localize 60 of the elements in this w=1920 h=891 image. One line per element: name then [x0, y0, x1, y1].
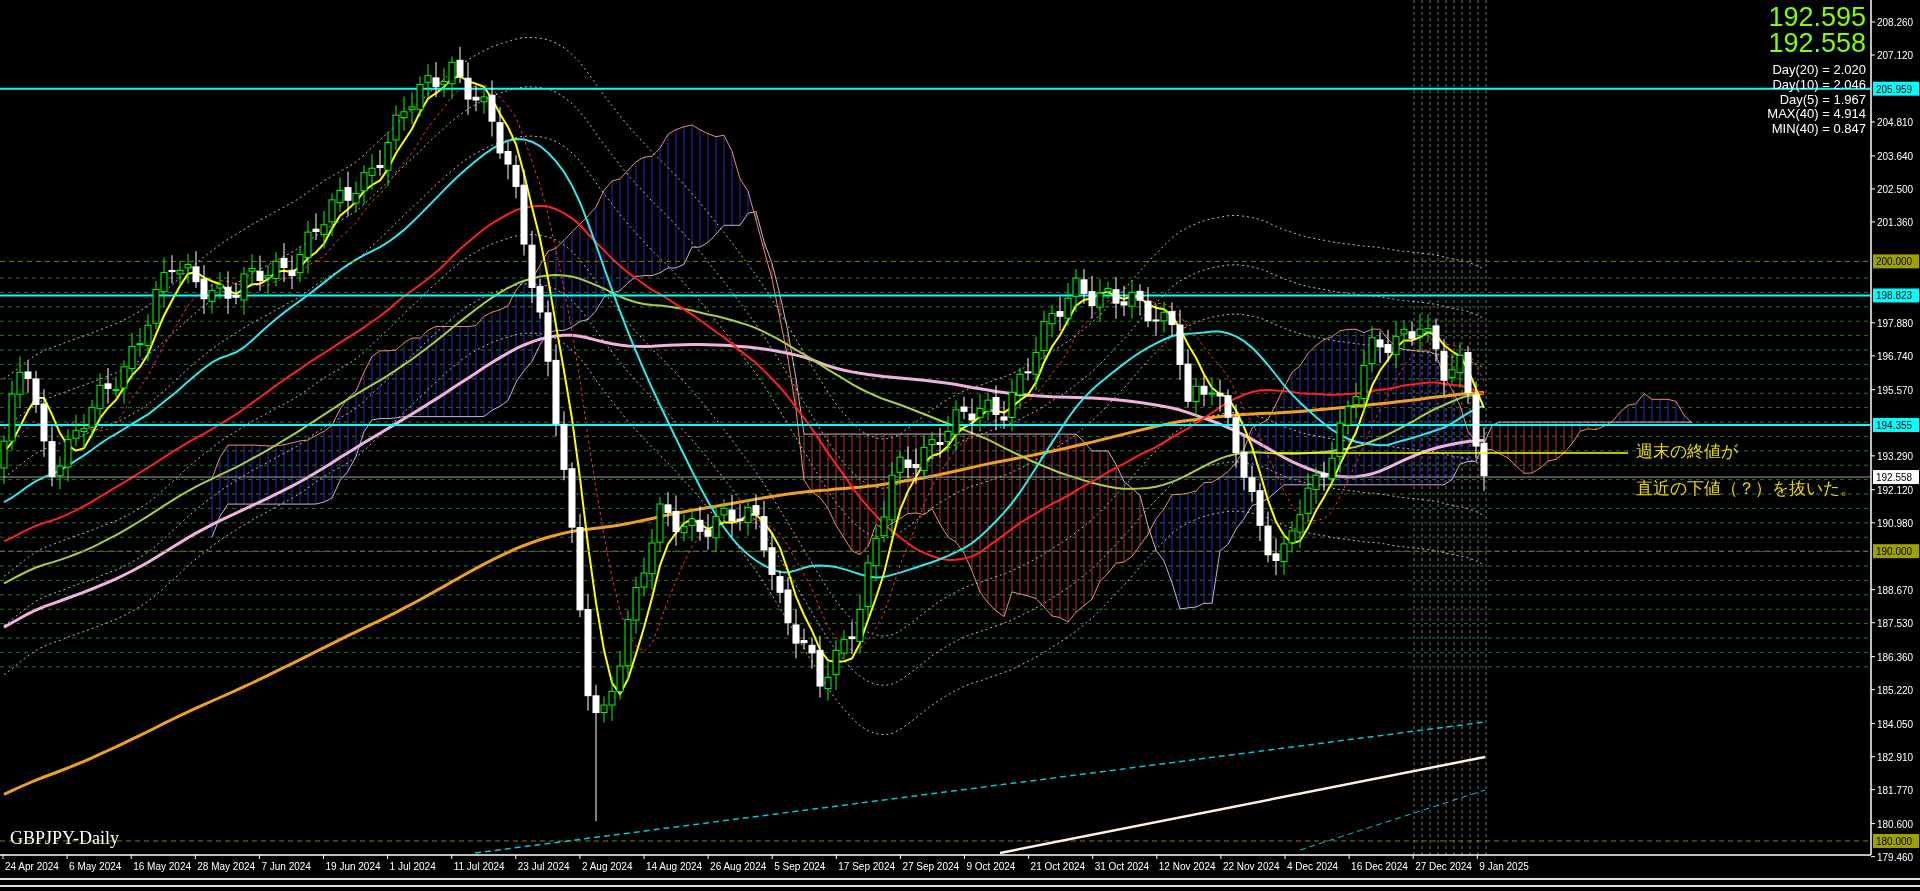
price-label: 190.980	[1877, 517, 1914, 529]
indicator-readout: Day(5) = 1.967	[1779, 91, 1866, 107]
date-label: 7 Jun 2024	[261, 861, 311, 872]
price-tag: 190.000	[1873, 544, 1919, 559]
price-label: 208.260	[1877, 17, 1914, 28]
price-label: 181.770	[1877, 784, 1914, 796]
date-label: 1 Jul 2024	[389, 861, 436, 872]
annotation-line: 直近の下値（？）を抜いた。	[1636, 478, 1857, 498]
date-label: 9 Oct 2024	[966, 861, 1016, 872]
price-label: 202.500	[1877, 183, 1914, 195]
price-label: 201.360	[1877, 216, 1914, 228]
price-label: 179.460	[1877, 851, 1914, 863]
date-label: 5 Sep 2024	[774, 861, 826, 872]
indicator-readout: Day(10) = 2.046	[1772, 76, 1866, 92]
price-label: 196.740	[1877, 350, 1914, 362]
price-label: 195.570	[1877, 384, 1914, 396]
date-label: 19 Jun 2024	[325, 861, 381, 872]
date-label: 16 May 2024	[133, 861, 192, 872]
date-label: 9 Jan 2025	[1479, 861, 1529, 872]
date-label: 21 Oct 2024	[1030, 861, 1086, 872]
price-label: 193.290	[1877, 450, 1914, 462]
annotation-line: 週末の終値が	[1636, 441, 1738, 461]
price-tag: 198.823	[1873, 288, 1919, 303]
date-label: 17 Sep 2024	[838, 861, 895, 872]
date-label: 14 Aug 2024	[646, 861, 703, 872]
date-label: 31 Oct 2024	[1094, 861, 1150, 872]
indicator-readout: Day(20) = 2.020	[1772, 62, 1866, 77]
price-label: 185.220	[1877, 684, 1914, 696]
price-label: 207.120	[1877, 50, 1914, 62]
indicator-readout: MAX(40) = 4.914	[1767, 106, 1866, 122]
date-label: 27 Dec 2024	[1415, 861, 1472, 872]
price-tag: 194.355	[1873, 417, 1919, 432]
date-label: 12 Nov 2024	[1158, 861, 1216, 872]
price-label: 203.640	[1877, 150, 1914, 162]
price-label: 187.530	[1877, 617, 1914, 629]
date-label: 23 Jul 2024	[517, 861, 570, 872]
symbol-label: GBPJPY-Daily	[10, 828, 120, 848]
date-label: 2 Aug 2024	[581, 861, 633, 872]
price-label: 197.880	[1877, 317, 1914, 329]
price-label: 192.120	[1877, 484, 1914, 496]
date-label: 26 Aug 2024	[710, 861, 767, 872]
price-tag: 200.000	[1873, 254, 1919, 269]
date-label: 22 Nov 2024	[1222, 861, 1280, 872]
date-label: 27 Sep 2024	[902, 861, 960, 872]
price-tag: 180.000	[1873, 834, 1919, 848]
price-tag: 192.558	[1873, 470, 1919, 485]
price-label: 180.600	[1877, 818, 1914, 830]
indicator-readout: MIN(40) = 0.847	[1771, 121, 1866, 137]
price-label: 188.670	[1877, 584, 1914, 596]
price-label: 184.050	[1877, 718, 1914, 730]
date-label: 6 May 2024	[69, 861, 122, 872]
date-label: 16 Dec 2024	[1351, 861, 1408, 872]
date-label: 4 Dec 2024	[1287, 861, 1339, 872]
price-label: 186.360	[1877, 651, 1914, 663]
date-label: 11 Jul 2024	[453, 861, 505, 872]
date-label: 24 Apr 2024	[5, 861, 59, 872]
date-label: 28 May 2024	[197, 861, 256, 872]
price-label: 204.810	[1877, 117, 1914, 128]
price-tag: 205.959	[1873, 81, 1919, 96]
price-label: 182.910	[1877, 751, 1914, 763]
